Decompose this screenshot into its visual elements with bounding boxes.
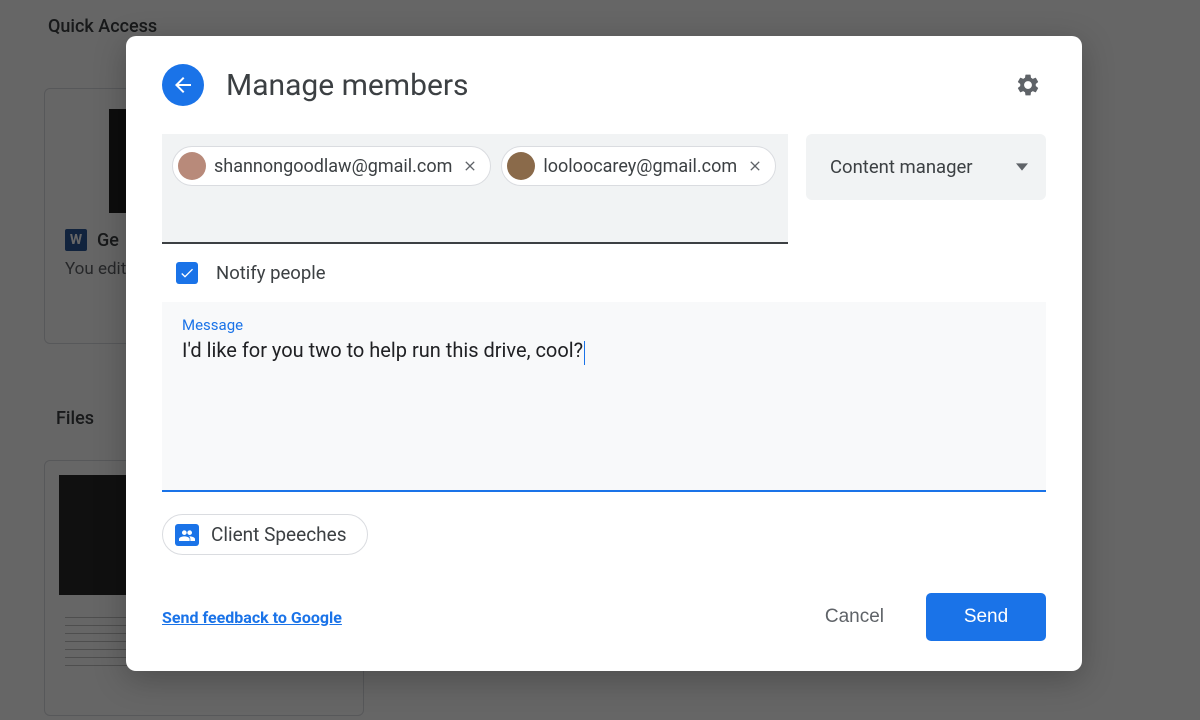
back-button[interactable] (162, 64, 204, 106)
manage-members-dialog: Manage members shannongoodlaw@gmail.com l… (126, 36, 1082, 671)
chevron-down-icon (1016, 161, 1028, 173)
avatar (178, 152, 206, 180)
send-button[interactable]: Send (926, 593, 1046, 641)
settings-button[interactable] (1010, 67, 1046, 103)
text-cursor (584, 341, 585, 365)
message-input[interactable]: Message I'd like for you two to help run… (162, 302, 1046, 492)
message-field-label: Message (182, 316, 1026, 334)
message-text: I'd like for you two to help run this dr… (182, 338, 583, 362)
dialog-title: Manage members (226, 68, 988, 103)
person-chip: shannongoodlaw@gmail.com (172, 146, 491, 186)
gear-icon (1015, 72, 1041, 98)
chip-email: looloocarey@gmail.com (543, 156, 737, 177)
chip-email: shannongoodlaw@gmail.com (214, 156, 452, 177)
arrow-left-icon (171, 73, 195, 97)
role-dropdown-label: Content manager (830, 156, 973, 178)
notify-checkbox[interactable] (176, 262, 198, 284)
check-icon (179, 265, 195, 281)
close-icon (747, 158, 763, 174)
chip-remove-button[interactable] (745, 156, 765, 176)
shared-drive-icon (175, 524, 199, 546)
avatar (507, 152, 535, 180)
people-input[interactable]: shannongoodlaw@gmail.com looloocarey@gmai… (162, 134, 788, 244)
person-chip: looloocarey@gmail.com (501, 146, 776, 186)
shared-drive-chip[interactable]: Client Speeches (162, 514, 368, 555)
shared-drive-name: Client Speeches (211, 523, 347, 546)
notify-row: Notify people (176, 262, 1046, 284)
role-dropdown[interactable]: Content manager (806, 134, 1046, 200)
dialog-header: Manage members (162, 64, 1046, 106)
cancel-button[interactable]: Cancel (797, 593, 912, 641)
chip-remove-button[interactable] (460, 156, 480, 176)
feedback-link[interactable]: Send feedback to Google (162, 608, 342, 627)
dialog-footer: Send feedback to Google Cancel Send (162, 593, 1046, 641)
notify-label: Notify people (216, 262, 326, 284)
members-row: shannongoodlaw@gmail.com looloocarey@gmai… (162, 134, 1046, 244)
close-icon (462, 158, 478, 174)
